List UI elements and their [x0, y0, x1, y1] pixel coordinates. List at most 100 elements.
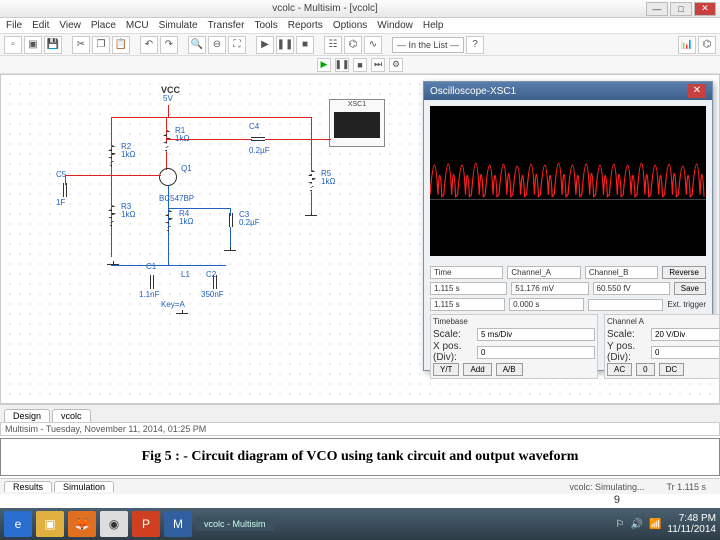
resistor-r1[interactable]	[163, 130, 171, 152]
paste-icon[interactable]: 📋	[112, 36, 130, 54]
c3-val: 0.2µF	[239, 219, 260, 228]
oscilloscope-instrument[interactable]: XSC1	[329, 99, 385, 147]
resistor-r5[interactable]	[308, 170, 316, 192]
wire	[111, 175, 161, 176]
sim-pause-icon[interactable]: ❚❚	[335, 58, 349, 72]
cha-0[interactable]: 0	[636, 363, 654, 376]
c1-name: C1	[146, 263, 156, 272]
xpos-input[interactable]	[477, 346, 595, 359]
design-tabs: Design vcolc	[0, 404, 720, 422]
close-button[interactable]: ✕	[694, 2, 716, 16]
cha-ac[interactable]: AC	[607, 363, 632, 376]
ground-icon	[107, 261, 119, 269]
tab-circuit[interactable]: vcolc	[52, 409, 91, 422]
run-icon[interactable]: ▶	[256, 36, 274, 54]
reverse-button[interactable]: Reverse	[662, 266, 706, 279]
sim-play-icon[interactable]: ▶	[317, 58, 331, 72]
copy-icon[interactable]: ❐	[92, 36, 110, 54]
mode-ab[interactable]: A/B	[496, 363, 523, 376]
sim-status: vcolc: Simulating...	[569, 482, 644, 492]
maximize-button[interactable]: □	[670, 2, 692, 16]
scope-controls: Time Channel_A Channel_B Reverse 1.115 s…	[424, 262, 712, 383]
tray-time[interactable]: 7:48 PM	[667, 513, 716, 524]
cut-icon[interactable]: ✂	[72, 36, 90, 54]
sim-stop-icon[interactable]: ■	[353, 58, 367, 72]
minimize-button[interactable]: —	[646, 2, 668, 16]
zoom-in-icon[interactable]: 🔍	[188, 36, 206, 54]
probe-icon[interactable]: ∿	[364, 36, 382, 54]
sim-step-icon[interactable]: ⏭	[371, 58, 385, 72]
component-icon[interactable]: ⌬	[344, 36, 362, 54]
save-button[interactable]: Save	[674, 282, 706, 295]
component-list-combo[interactable]: — In the List —	[392, 37, 464, 53]
powerpoint-icon[interactable]: P	[132, 511, 160, 537]
ground-icon	[305, 212, 317, 220]
save-icon[interactable]: 💾	[44, 36, 62, 54]
menu-view[interactable]: View	[59, 20, 81, 31]
sim-settings-icon[interactable]: ⚙	[389, 58, 403, 72]
multisim-icon[interactable]: M	[164, 511, 192, 537]
tab-results[interactable]: Results	[4, 481, 52, 492]
mode-yt[interactable]: Y/T	[433, 363, 459, 376]
ext-trigger-label: Ext. trigger	[667, 300, 706, 309]
grid-icon[interactable]: ☷	[324, 36, 342, 54]
cap-c1[interactable]	[148, 275, 156, 289]
menu-tools[interactable]: Tools	[254, 20, 277, 31]
cha-scale-input[interactable]	[651, 328, 720, 341]
transistor-q1[interactable]	[159, 168, 177, 186]
tray-date[interactable]: 11/11/2014	[667, 524, 716, 535]
stop-icon[interactable]: ■	[296, 36, 314, 54]
system-tray: ⚐ 🔊 📶 7:48 PM 11/11/2014	[616, 513, 716, 535]
explorer-icon[interactable]: ▣	[36, 511, 64, 537]
menu-file[interactable]: File	[6, 20, 22, 31]
r4-val: 1kΩ	[179, 218, 193, 227]
ie-icon[interactable]: e	[4, 511, 32, 537]
timebase-scale-input[interactable]	[477, 328, 595, 341]
firefox-icon[interactable]: 🦊	[68, 511, 96, 537]
resistor-r4[interactable]	[165, 210, 173, 232]
cha-ypos-input[interactable]	[651, 346, 720, 359]
scope-tool-icon[interactable]: 📊	[678, 36, 696, 54]
wire	[230, 208, 231, 216]
open-icon[interactable]: ▣	[24, 36, 42, 54]
pause-icon[interactable]: ❚❚	[276, 36, 294, 54]
menu-options[interactable]: Options	[333, 20, 367, 31]
tab-design[interactable]: Design	[4, 409, 50, 422]
tray-volume-icon[interactable]: 🔊	[631, 519, 643, 530]
scope-close-button[interactable]: ✕	[688, 84, 706, 98]
menu-simulate[interactable]: Simulate	[159, 20, 198, 31]
tray-flag-icon[interactable]: ⚐	[616, 519, 625, 530]
cap-c4[interactable]	[251, 135, 265, 143]
new-icon[interactable]: ▫	[4, 36, 22, 54]
title-bar: vcolc - Multisim - [vcolc] — □ ✕	[0, 0, 720, 18]
cha-dc[interactable]: DC	[659, 363, 685, 376]
menu-help[interactable]: Help	[423, 20, 444, 31]
dt-value: 0.000 s	[509, 298, 584, 311]
menu-mcu[interactable]: MCU	[126, 20, 149, 31]
help-icon[interactable]: ?	[466, 36, 484, 54]
taskbar-running-app[interactable]: vcolc - Multisim	[196, 517, 274, 531]
undo-icon[interactable]: ↶	[140, 36, 158, 54]
tab-simulation[interactable]: Simulation	[54, 481, 114, 492]
zoom-out-icon[interactable]: ⊖	[208, 36, 226, 54]
scope-cursor-values: 1.115 s 51.176 mV 60.550 fV Save	[430, 282, 706, 295]
resistor-r3[interactable]	[108, 205, 116, 227]
mode-add[interactable]: Add	[463, 363, 491, 376]
cap-c5[interactable]	[61, 183, 69, 197]
menu-place[interactable]: Place	[91, 20, 116, 31]
wire	[265, 139, 311, 140]
menu-transfer[interactable]: Transfer	[208, 20, 245, 31]
circuit-canvas[interactable]: VCC 5V R1 1kΩ R2 1kΩ C5 1F R3 1kΩ Q1 BC5…	[0, 74, 720, 404]
zoom-fit-icon[interactable]: ⛶	[228, 36, 246, 54]
redo-icon[interactable]: ↷	[160, 36, 178, 54]
tray-network-icon[interactable]: 📶	[649, 519, 661, 530]
resistor-r2[interactable]	[108, 145, 116, 167]
cap-c3[interactable]	[227, 213, 235, 227]
menu-reports[interactable]: Reports	[288, 20, 323, 31]
menu-edit[interactable]: Edit	[32, 20, 49, 31]
cha-hdr: Channel A	[607, 317, 720, 326]
menu-window[interactable]: Window	[377, 20, 413, 31]
chrome-icon[interactable]: ◉	[100, 511, 128, 537]
meter-tool-icon[interactable]: ⌬	[698, 36, 716, 54]
scope-display[interactable]	[430, 106, 706, 256]
